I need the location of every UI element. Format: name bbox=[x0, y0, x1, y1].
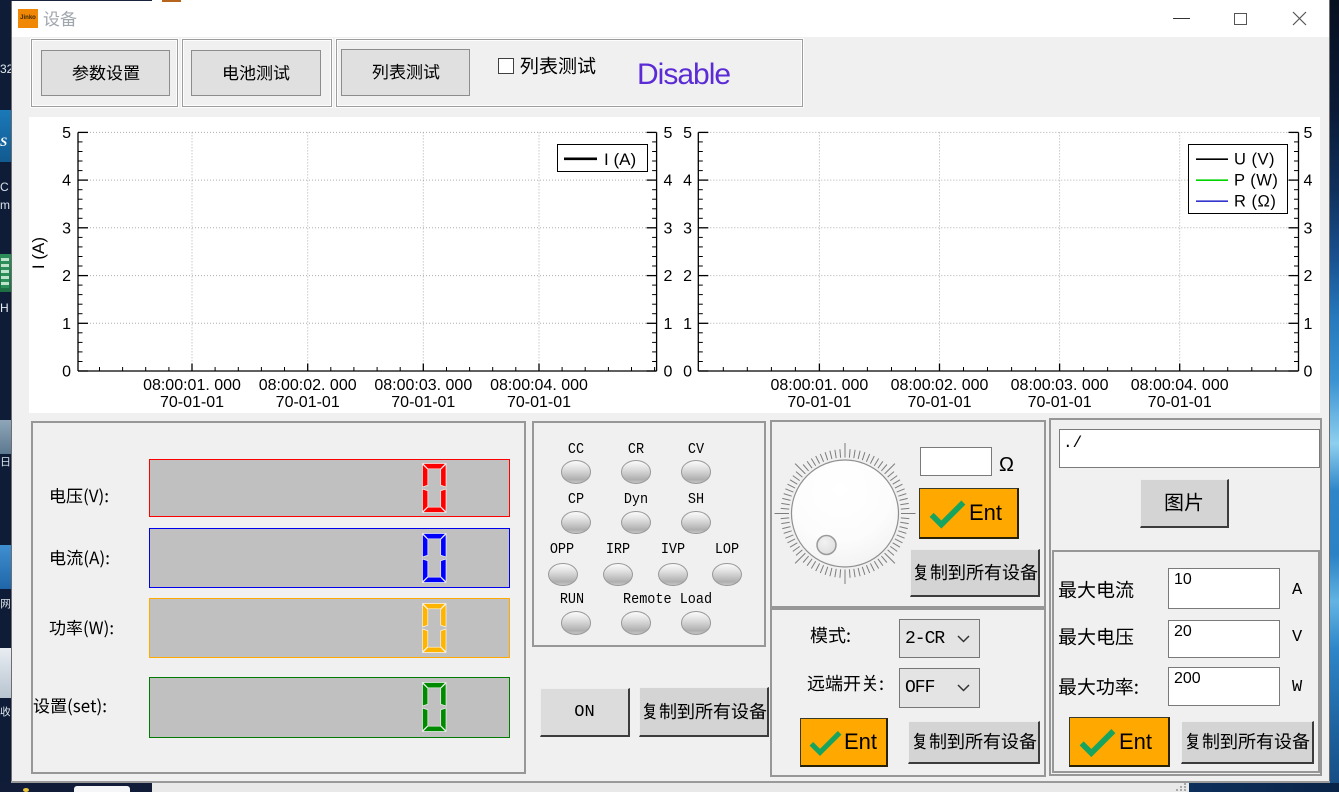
svg-text:08:00:02. 000: 08:00:02. 000 bbox=[891, 377, 989, 394]
svg-text:0: 0 bbox=[62, 364, 71, 381]
svg-text:3: 3 bbox=[62, 220, 71, 237]
svg-text:2: 2 bbox=[62, 268, 71, 285]
svg-text:U (V): U (V) bbox=[1234, 151, 1275, 169]
svg-text:0: 0 bbox=[683, 364, 692, 381]
svg-text:5: 5 bbox=[1304, 125, 1313, 142]
svg-text:08:00:01. 000: 08:00:01. 000 bbox=[770, 377, 868, 394]
svg-text:4: 4 bbox=[1304, 173, 1313, 190]
svg-text:0: 0 bbox=[664, 364, 673, 381]
svg-text:08:00:01. 000: 08:00:01. 000 bbox=[143, 377, 241, 394]
svg-text:70-01-01: 70-01-01 bbox=[507, 394, 571, 411]
svg-text:4: 4 bbox=[664, 173, 673, 190]
svg-text:2: 2 bbox=[1304, 268, 1313, 285]
svg-text:08:00:04. 000: 08:00:04. 000 bbox=[490, 377, 588, 394]
svg-text:08:00:04. 000: 08:00:04. 000 bbox=[1131, 377, 1229, 394]
svg-text:2: 2 bbox=[664, 268, 673, 285]
svg-text:3: 3 bbox=[683, 220, 692, 237]
svg-text:5: 5 bbox=[664, 125, 673, 142]
svg-text:2: 2 bbox=[683, 268, 692, 285]
svg-text:70-01-01: 70-01-01 bbox=[907, 394, 971, 411]
svg-text:1: 1 bbox=[62, 316, 71, 333]
svg-text:0: 0 bbox=[1304, 364, 1313, 381]
svg-text:1: 1 bbox=[664, 316, 673, 333]
svg-text:5: 5 bbox=[62, 125, 71, 142]
svg-text:70-01-01: 70-01-01 bbox=[1028, 394, 1092, 411]
svg-text:08:00:02. 000: 08:00:02. 000 bbox=[259, 377, 357, 394]
svg-text:08:00:03. 000: 08:00:03. 000 bbox=[1011, 377, 1109, 394]
svg-text:3: 3 bbox=[664, 220, 673, 237]
svg-text:P (W): P (W) bbox=[1234, 172, 1278, 190]
svg-text:3: 3 bbox=[1304, 220, 1313, 237]
svg-text:1: 1 bbox=[683, 316, 692, 333]
svg-text:I (A): I (A) bbox=[29, 237, 48, 269]
svg-text:4: 4 bbox=[683, 173, 692, 190]
svg-text:4: 4 bbox=[62, 173, 71, 190]
svg-text:R (Ω): R (Ω) bbox=[1234, 193, 1276, 211]
svg-text:70-01-01: 70-01-01 bbox=[276, 394, 340, 411]
svg-text:70-01-01: 70-01-01 bbox=[787, 394, 851, 411]
svg-text:5: 5 bbox=[683, 125, 692, 142]
svg-text:70-01-01: 70-01-01 bbox=[1148, 394, 1212, 411]
svg-text:70-01-01: 70-01-01 bbox=[160, 394, 224, 411]
svg-text:1: 1 bbox=[1304, 316, 1313, 333]
svg-text:I (A): I (A) bbox=[604, 150, 636, 169]
svg-text:08:00:03. 000: 08:00:03. 000 bbox=[374, 377, 472, 394]
svg-text:70-01-01: 70-01-01 bbox=[391, 394, 455, 411]
